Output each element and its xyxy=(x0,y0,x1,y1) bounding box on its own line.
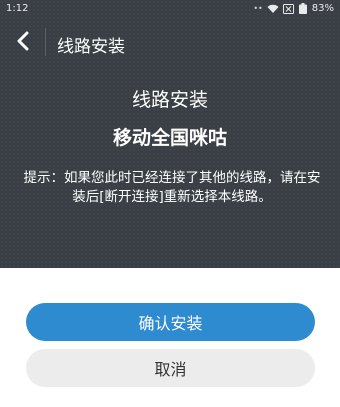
back-arrow-icon xyxy=(16,31,30,55)
signal-dots: •• xyxy=(253,4,263,13)
route-name: 移动全国咪咕 xyxy=(112,127,227,149)
cancel-button[interactable]: 取消 xyxy=(26,349,315,387)
status-bar: 1:12 •• 83% xyxy=(0,0,340,18)
dialog-title: 线路安装 xyxy=(131,89,208,111)
hint-text: 提示：如果您此时已经连接了其他的线路，请在安装后[断开连接]重新选择本线路。 xyxy=(23,170,321,205)
screen: 1:12 •• 83% 线路安装 线路安装 移动全国咪咕 提示：如果您此时已经连… xyxy=(0,0,340,407)
page-title: 线路安装 xyxy=(57,37,125,57)
wifi-icon xyxy=(267,4,279,14)
status-time: 1:12 xyxy=(6,3,29,14)
battery-icon xyxy=(298,3,308,14)
back-button[interactable] xyxy=(8,28,38,58)
appbar-divider xyxy=(45,28,46,56)
dialog-panel: 1:12 •• 83% 线路安装 线路安装 移动全国咪咕 提示：如果您此时已经连… xyxy=(0,0,340,268)
battery-percent: 83% xyxy=(311,3,334,14)
status-icons: •• 83% xyxy=(253,3,334,14)
sim-off-icon xyxy=(282,3,294,14)
confirm-install-button[interactable]: 确认安装 xyxy=(26,303,315,341)
app-bar: 线路安装 xyxy=(0,22,340,62)
